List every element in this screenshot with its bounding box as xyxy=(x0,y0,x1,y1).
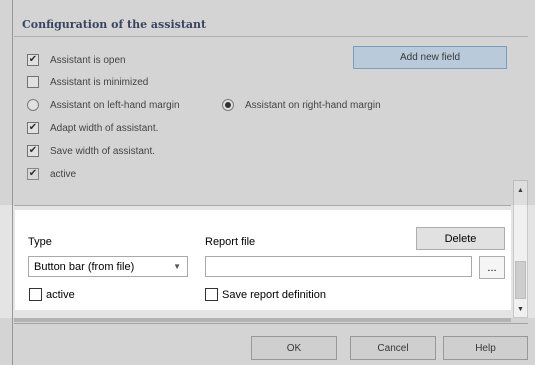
option-adapt-width[interactable]: ✔ Adapt width of assistant. xyxy=(27,122,158,134)
section-title: Configuration of the assistant xyxy=(22,18,207,31)
browse-button[interactable]: ... xyxy=(479,256,505,279)
option-save-width[interactable]: ✔ Save width of assistant. xyxy=(27,145,155,157)
scroll-up-arrow-icon[interactable]: ▲ xyxy=(514,183,527,197)
panel-bottom-rule xyxy=(14,318,511,322)
active-row[interactable]: active xyxy=(29,288,75,301)
option-left-margin[interactable]: Assistant on left-hand margin xyxy=(27,99,180,111)
help-button[interactable]: Help xyxy=(443,336,528,360)
assistant-minimized-checkbox[interactable] xyxy=(27,76,39,88)
active-checkbox[interactable] xyxy=(29,288,42,301)
option-assistant-minimized[interactable]: Assistant is minimized xyxy=(27,76,148,88)
option-assistant-open[interactable]: ✔ Assistant is open xyxy=(27,54,126,66)
right-margin-label: Assistant on right-hand margin xyxy=(245,99,381,111)
window-edge xyxy=(12,0,13,365)
adapt-width-checkbox[interactable]: ✔ xyxy=(27,122,39,134)
right-margin-radio[interactable] xyxy=(222,99,234,111)
scroll-down-arrow-icon[interactable]: ▼ xyxy=(514,302,527,316)
save-width-label: Save width of assistant. xyxy=(50,145,156,157)
footer-divider xyxy=(14,323,528,324)
list-separator xyxy=(14,205,511,206)
delete-button[interactable]: Delete xyxy=(416,227,505,250)
option-right-margin[interactable]: Assistant on right-hand margin xyxy=(222,99,381,111)
chevron-down-icon: ▼ xyxy=(173,262,181,271)
type-label: Type xyxy=(28,236,52,248)
left-margin-radio[interactable] xyxy=(27,99,39,111)
scroll-thumb[interactable] xyxy=(515,261,526,299)
adapt-width-label: Adapt width of assistant. xyxy=(50,122,159,134)
save-report-label: Save report definition xyxy=(222,288,326,301)
add-new-field-button[interactable]: Add new field xyxy=(353,46,507,69)
report-file-input[interactable] xyxy=(205,256,472,277)
assistant-minimized-label: Assistant is minimized xyxy=(50,76,149,88)
type-select[interactable]: Button bar (from file) ▼ xyxy=(28,256,188,277)
save-report-row[interactable]: Save report definition xyxy=(205,288,326,301)
type-select-value: Button bar (from file) xyxy=(34,260,135,273)
assistant-open-label: Assistant is open xyxy=(50,54,126,66)
active-label: active xyxy=(46,288,75,301)
cancel-button[interactable]: Cancel xyxy=(350,336,436,360)
assistant-configuration-dialog: Configuration of the assistant ✔ Assista… xyxy=(0,0,535,365)
vertical-scrollbar[interactable]: ▲ ▼ xyxy=(513,180,528,318)
save-report-checkbox[interactable] xyxy=(205,288,218,301)
left-margin-label: Assistant on left-hand margin xyxy=(50,99,180,111)
active-top-checkbox[interactable]: ✔ xyxy=(27,168,39,180)
save-width-checkbox[interactable]: ✔ xyxy=(27,145,39,157)
ok-button[interactable]: OK xyxy=(251,336,337,360)
report-file-label: Report file xyxy=(205,236,256,248)
assistant-open-checkbox[interactable]: ✔ xyxy=(27,54,39,66)
title-divider xyxy=(14,36,528,37)
active-top-label: active xyxy=(50,168,77,180)
option-active-top[interactable]: ✔ active xyxy=(27,168,76,180)
